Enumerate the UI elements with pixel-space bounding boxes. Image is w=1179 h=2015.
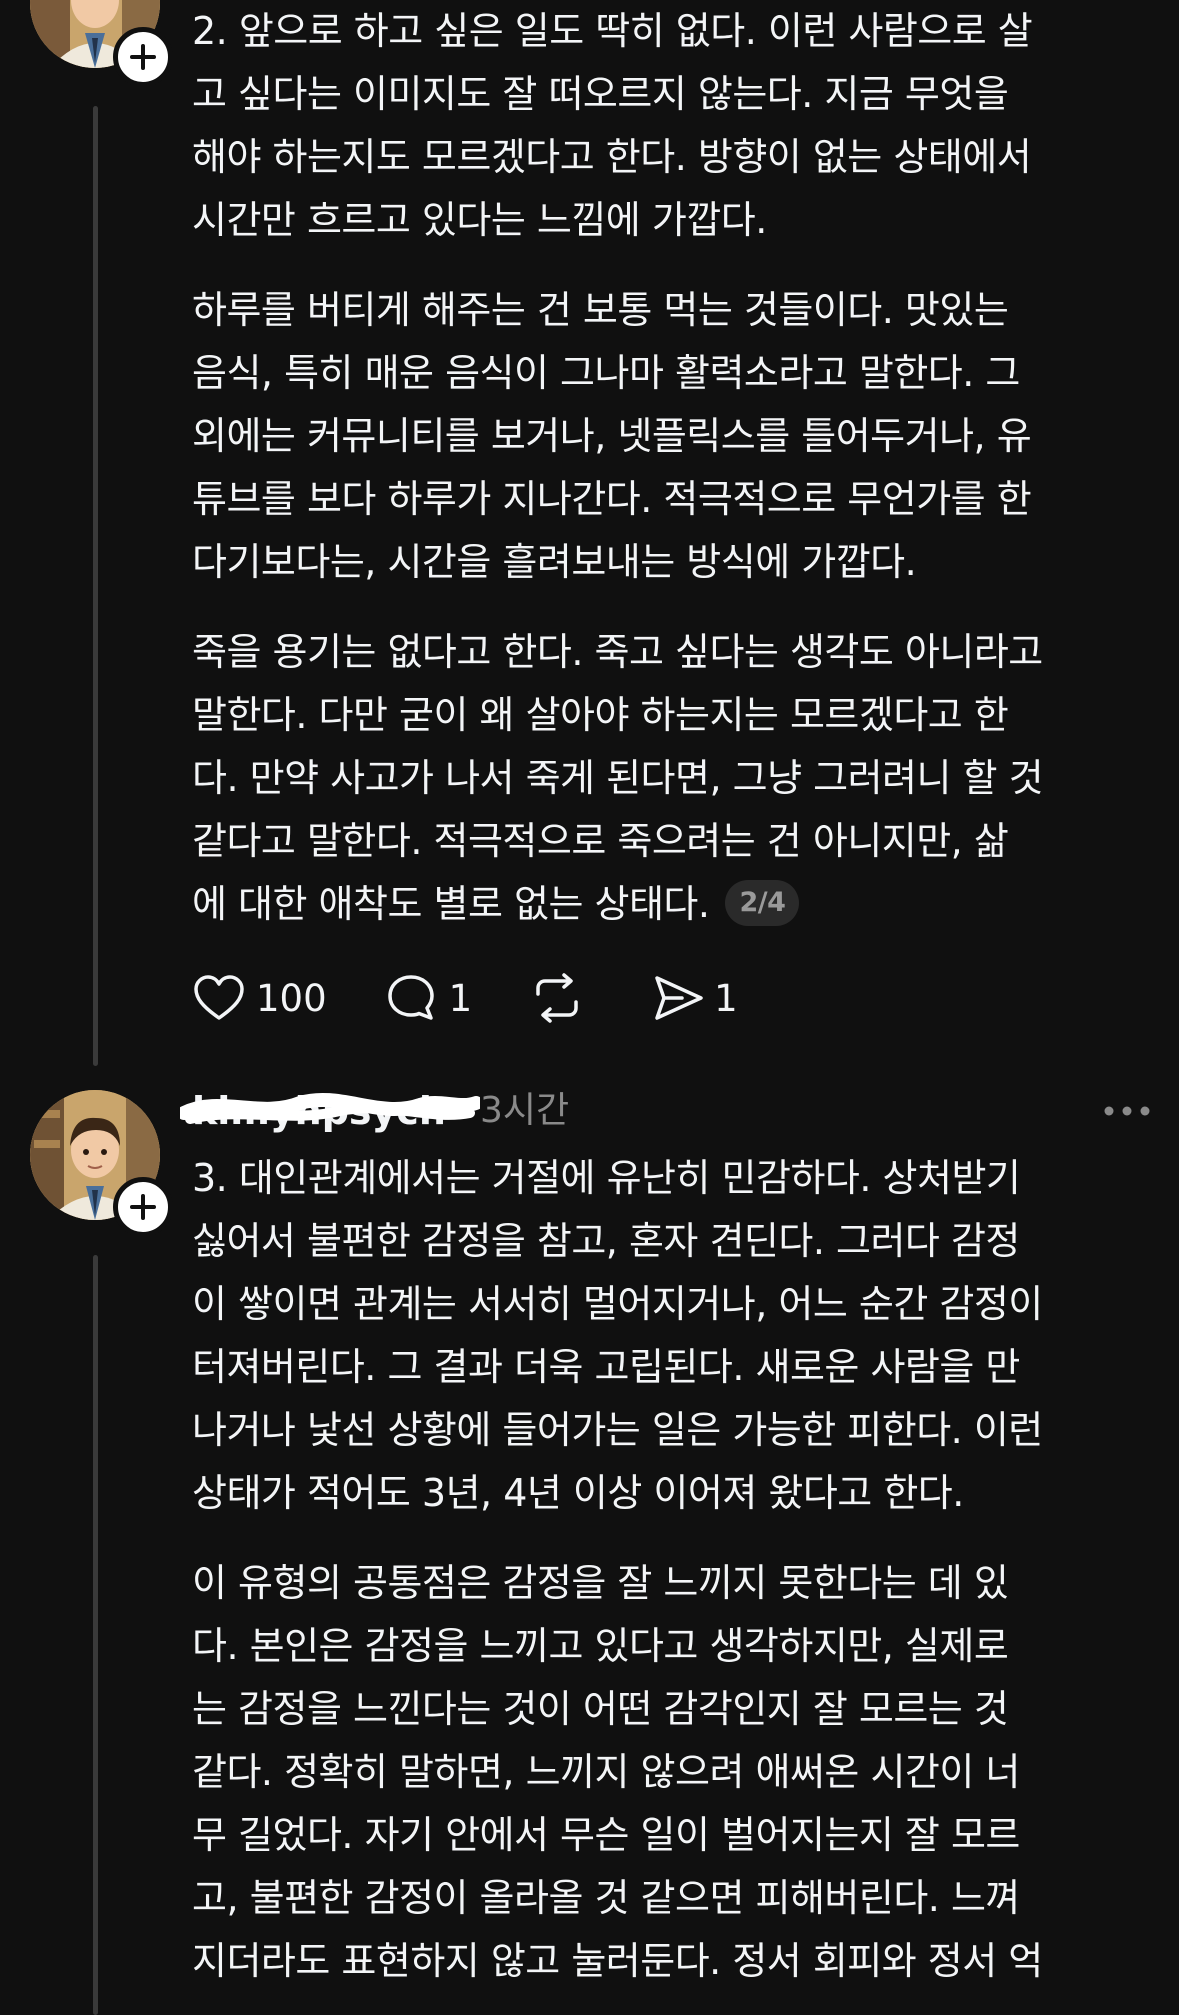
send-icon (655, 976, 703, 1020)
action-bar-top: 100 1 1 (192, 968, 738, 1028)
redaction-scribble (180, 1092, 480, 1124)
page-indicator: 2/4 (725, 879, 800, 926)
plus-icon (130, 44, 156, 70)
repost-icon (536, 973, 578, 1023)
paragraph-text: 죽을 용기는 없다고 한다. 죽고 싶다는 생각도 아니라고 말한다. 다만 굳… (192, 630, 1044, 926)
post-time: 3시간 (480, 1090, 570, 1131)
more-horizontal-icon[interactable] (1102, 1093, 1152, 1129)
thread-line-bottom (93, 1255, 98, 2015)
paragraph: 하루를 버티게 해주는 건 보통 먹는 것들이다. 맛있는 음식, 특히 매운 … (192, 288, 1032, 584)
repost-button[interactable] (530, 972, 584, 1024)
follow-button-bottom[interactable] (113, 1177, 173, 1237)
share-count: 1 (714, 976, 738, 1020)
follow-button-top[interactable] (113, 27, 173, 87)
reply-count: 1 (448, 976, 473, 1020)
paragraph: 이 유형의 공통점은 감정을 잘 느끼지 못한다는 데 있 다. 본인은 감정을… (192, 1561, 1043, 1983)
paragraph: 죽을 용기는 없다고 한다. 죽고 싶다는 생각도 아니라고 말한다. 다만 굳… (192, 621, 1152, 936)
like-button[interactable]: 100 (192, 973, 327, 1023)
post-header: kimyhpsych 3시간 (180, 1083, 1152, 1139)
reply-button[interactable]: 1 (385, 972, 473, 1024)
paragraph: 2. 앞으로 하고 싶은 일도 딱히 없다. 이런 사람으로 살 고 싶다는 이… (192, 9, 1033, 242)
thread-line-top (93, 106, 98, 1066)
paragraph: 3. 대인관계에서는 거절에 유난히 민감하다. 상처받기 싫어서 불편한 감정… (192, 1156, 1043, 1515)
comment-icon (387, 975, 434, 1020)
like-count: 100 (256, 976, 327, 1020)
post-body-top: 2. 앞으로 하고 싶은 일도 딱히 없다. 이런 사람으로 살 고 싶다는 이… (192, 0, 1152, 936)
heart-icon (194, 975, 244, 1020)
share-button[interactable]: 1 (652, 973, 738, 1023)
post-body-bottom: 3. 대인관계에서는 거절에 유난히 민감하다. 상처받기 싫어서 불편한 감정… (192, 1147, 1152, 1993)
plus-icon (130, 1194, 156, 1220)
